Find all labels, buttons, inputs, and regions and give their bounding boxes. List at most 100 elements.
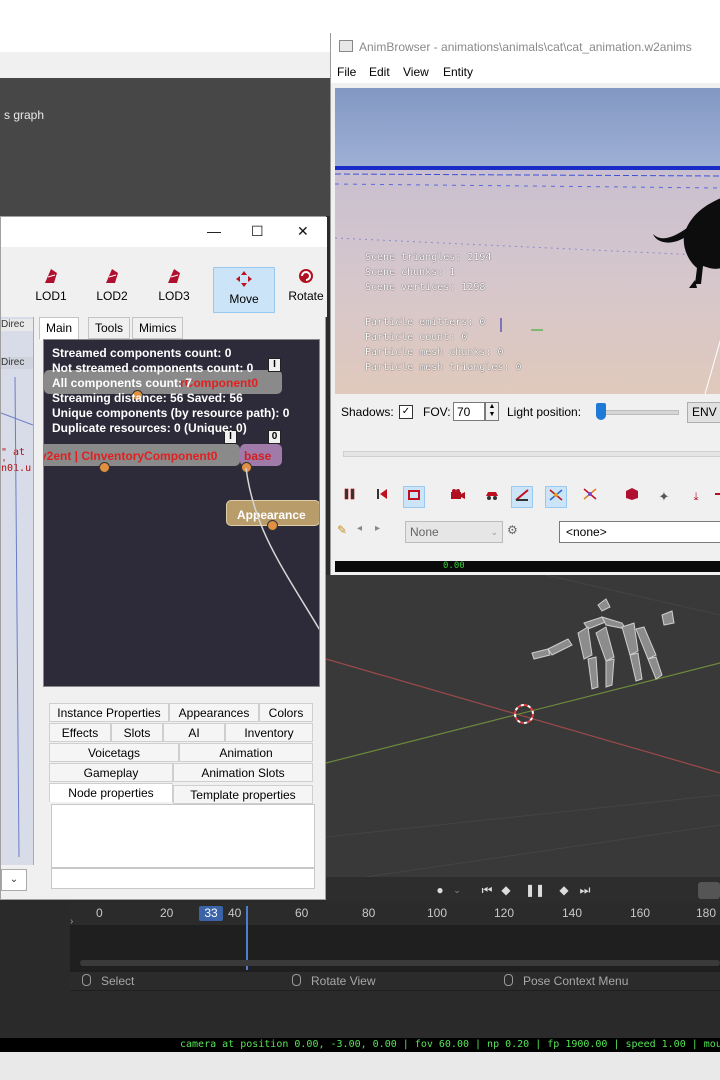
entity-editor-window: — ☐ ✕ 0 LOD1 LOD2 LOD3 Move Rotate [0, 216, 327, 900]
arrow-right-icon[interactable]: ▸ [375, 523, 380, 534]
preview-wireframe [1, 376, 33, 858]
env-button[interactable]: ENV [687, 402, 720, 423]
tab-appearances[interactable]: Appearances [169, 703, 259, 722]
rotate-button[interactable]: Rotate [279, 265, 333, 311]
tab-main[interactable]: Main [39, 317, 80, 340]
bottom-strip [0, 1052, 720, 1080]
animation-set-dropdown[interactable]: None ⌄ [405, 521, 503, 543]
tab-gameplay[interactable]: Gameplay [49, 763, 173, 782]
move-button[interactable]: Move [213, 267, 275, 313]
record-icon[interactable]: ● [432, 882, 448, 899]
fov-input[interactable]: 70 [453, 402, 485, 421]
keyframe-next-icon[interactable]: ◆ [554, 882, 574, 899]
tick-label: 60 [295, 906, 309, 920]
minimize-icon[interactable]: — [207, 223, 221, 239]
animation-time-bar[interactable]: 0.00 [335, 561, 720, 572]
figure-icon[interactable]: ✦ [653, 486, 675, 508]
bones-icon[interactable] [545, 486, 567, 508]
tick-label: 100 [427, 906, 448, 920]
component-graph[interactable]: rComponent0 I v2ent | CInventoryComponen… [43, 339, 320, 687]
pause-icon[interactable]: ❚❚ [524, 882, 546, 899]
loop-icon[interactable] [403, 486, 425, 508]
menu-bar: File Edit View Entity [331, 61, 720, 83]
lod2-button[interactable]: LOD2 [84, 265, 140, 311]
3d-viewport[interactable] [326, 575, 720, 877]
stat-scene-vertices: Scene vertices: 1298 [365, 282, 486, 293]
pause-icon[interactable] [339, 486, 361, 508]
stat-scene-triangles: Scene triangles: 2194 [365, 252, 492, 263]
tab-animation[interactable]: Animation [179, 743, 313, 762]
download-icon[interactable]: ⤓ [685, 486, 707, 508]
node-properties-area[interactable] [51, 804, 315, 868]
tab-inventory[interactable]: Inventory [225, 723, 313, 742]
window-title: AnimBrowser - animations\animals\cat\cat… [359, 40, 692, 54]
entity-editor-titlebar[interactable]: — ☐ ✕ [1, 217, 327, 247]
camera-icon[interactable] [447, 486, 469, 508]
tab-template-properties[interactable]: Template properties [173, 785, 313, 804]
tab-effects[interactable]: Effects [49, 723, 111, 742]
keyframe-prev-icon[interactable]: ◆ [496, 882, 516, 899]
lod-icon [168, 269, 180, 283]
maximize-icon[interactable]: ☐ [251, 223, 264, 240]
tab-colors[interactable]: Colors [259, 703, 313, 722]
info-not-streamed: Not streamed components count: 0 [52, 361, 254, 375]
tab-slots[interactable]: Slots [111, 723, 163, 742]
animation-dropdown[interactable]: <none> [559, 521, 720, 543]
progress-track[interactable] [343, 451, 720, 457]
tick-label: 120 [494, 906, 515, 920]
info-duplicate-resources: Duplicate resources: 0 (Unique: 0) [52, 421, 247, 435]
tab-node-properties[interactable]: Node properties [49, 783, 173, 802]
tab-voicetags[interactable]: Voicetags [49, 743, 179, 762]
timeline-scrollbar[interactable] [80, 960, 720, 966]
tab-instance-properties[interactable]: Instance Properties [49, 703, 169, 722]
settings-icon[interactable]: ⚙ [507, 523, 518, 537]
tab-animation-slots[interactable]: Animation Slots [173, 763, 313, 782]
tab-tools[interactable]: Tools [88, 317, 131, 339]
skeleton-icon[interactable] [511, 486, 533, 508]
tab-ai[interactable]: AI [163, 723, 225, 742]
extra-button[interactable] [698, 882, 720, 899]
anim-browser-titlebar[interactable]: AnimBrowser - animations\animals\cat\cat… [331, 33, 720, 61]
jump-start-icon[interactable]: ⏮ [478, 882, 496, 899]
menu-view[interactable]: View [403, 65, 429, 79]
tick-label: 160 [630, 906, 651, 920]
expand-arrow-icon[interactable]: › [70, 916, 73, 927]
rotate-icon [299, 269, 313, 283]
toolbar-partial-button[interactable]: 0 [0, 265, 7, 311]
current-frame-badge[interactable]: 33 [199, 906, 223, 921]
mouse-middle-icon [292, 974, 301, 986]
menu-edit[interactable]: Edit [369, 65, 390, 79]
fov-spinner[interactable]: ▲ ▼ [485, 402, 499, 421]
jump-end-icon[interactable]: ⏭ [576, 882, 594, 899]
node-properties-input[interactable] [51, 868, 315, 889]
lod1-button[interactable]: LOD1 [23, 265, 79, 311]
camera-status-bar: camera at position 0.00, -3.00, 0.00 | f… [0, 1038, 720, 1052]
chevron-down-icon[interactable]: ⌄ [450, 882, 464, 899]
menu-entity[interactable]: Entity [443, 65, 473, 79]
rewind-icon[interactable] [371, 486, 393, 508]
vehicle-icon[interactable] [481, 486, 503, 508]
minus-icon[interactable] [715, 486, 720, 508]
pencil-icon[interactable]: ✎ [337, 523, 347, 537]
tick-label: 180 [696, 906, 717, 920]
lod3-button[interactable]: LOD3 [146, 265, 202, 311]
light-position-slider[interactable] [597, 410, 679, 415]
effects-icon[interactable] [579, 486, 601, 508]
entity-toolbar: 0 LOD1 LOD2 LOD3 Move Rotate [1, 247, 327, 317]
shadows-checkbox[interactable]: ✓ [399, 405, 413, 419]
stat-particle-emitters: Particle emitters: 0 [365, 317, 486, 328]
preview-viewport[interactable]: Scene triangles: 2194 Scene chunks: 1 Sc… [335, 88, 720, 394]
preview-dropdown[interactable]: ⌄ [1, 869, 27, 891]
menu-file[interactable]: File [337, 65, 356, 79]
close-icon[interactable]: ✕ [297, 223, 309, 240]
playback-bar: ● ⌄ ⏮ ◆ ❚❚ ◆ ⏭ [326, 877, 720, 903]
scene-controls: Shadows: ✓ FOV: 70 ▲ ▼ Light position: EN… [331, 397, 720, 427]
info-streamed: Streamed components count: 0 [52, 346, 232, 360]
viewport-scene [326, 575, 720, 877]
arrow-left-icon[interactable]: ◂ [357, 523, 362, 534]
light-position-thumb[interactable] [596, 403, 607, 420]
status-pose-menu: Pose Context Menu [504, 974, 628, 988]
entity-preview-pane[interactable]: Direc Direc " at ' n01.u [1, 317, 34, 865]
cube-icon[interactable] [621, 486, 643, 508]
tab-mimics[interactable]: Mimics [132, 317, 184, 339]
